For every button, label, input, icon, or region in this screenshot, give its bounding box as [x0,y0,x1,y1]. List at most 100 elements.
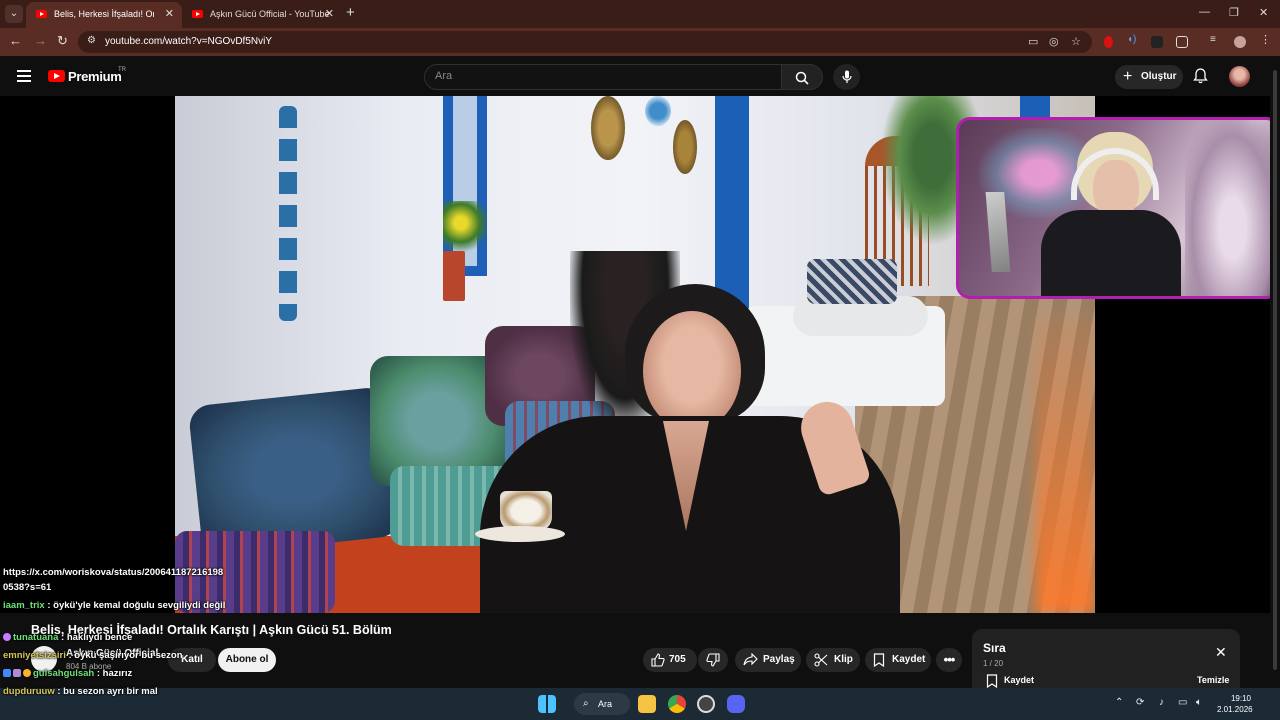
search-button[interactable] [781,64,823,90]
queue-save-button[interactable]: Kaydet [1004,675,1034,685]
clip-button[interactable]: Klip [806,648,860,672]
windows-taskbar: dupduruuw : bu sezon ayrı bir mal ⌕ Ara … [0,686,1280,720]
scene-wall-plate [591,96,625,160]
chat-message: tunatuana : haklıydı bence [3,632,132,643]
subscribe-button[interactable]: Abone ol [218,648,276,672]
bookmark-icon[interactable] [986,674,998,688]
tab-video[interactable]: Belis, Herkesi İfşaladı! Ortalık Karıştı… [26,2,182,28]
site-info-icon[interactable]: ⚙ [87,35,96,46]
tray-sync-icon[interactable]: ⟳ [1136,697,1144,708]
windows-start-icon[interactable] [538,695,556,713]
forward-button[interactable]: → [34,33,47,48]
tray-chevron-icon[interactable]: ⌃ [1115,697,1123,708]
queue-close-icon[interactable]: ✕ [1215,644,1227,661]
taskbar-clock[interactable]: 19:10 2.01.2026 [1217,693,1253,715]
file-explorer-icon[interactable] [638,695,656,713]
bookmark-star-icon[interactable]: ☆ [1071,35,1081,48]
scissors-icon [814,653,828,667]
reload-button[interactable]: ↻ [57,33,68,49]
discord-icon[interactable] [727,695,745,713]
like-button[interactable]: 705 [643,648,697,672]
chat-username[interactable]: dupduruuw [3,686,55,697]
share-label: Paylaş [763,654,795,665]
extensions-puzzle-icon[interactable] [1176,36,1188,48]
scrollbar-thumb[interactable] [1273,70,1277,670]
share-button[interactable]: Paylaş [735,648,801,672]
page-scrollbar[interactable] [1270,56,1280,688]
minimize-button[interactable]: — [1199,6,1210,18]
chat-username[interactable]: emniyetsizsiri [3,650,66,661]
search-input[interactable] [435,70,765,82]
join-label: Katıl [181,654,203,665]
more-horizontal-icon: ••• [943,652,956,667]
queue-count: 1 / 20 [983,659,1004,668]
video-player[interactable]: https://x.com/woriskova/status/200641187… [0,96,1270,613]
more-actions-button[interactable]: ••• [936,648,962,672]
youtube-brand[interactable]: Premium [68,69,122,84]
address-bar[interactable]: ⚙ youtube.com/watch?v=NGOvDf5NviY ▭ ◎ ☆ [78,31,1092,53]
app-icon[interactable] [697,695,715,713]
tray-volume-icon[interactable]: 🔈︎ [1196,697,1202,708]
dislike-button[interactable] [698,648,728,672]
scene-saucer [475,526,565,542]
scene-coffee-cup [500,491,552,531]
chat-message: emniyetsizsiri : öykü şaşırıyor bu sezon [3,650,183,661]
eye-off-icon[interactable]: ◎ [1049,35,1059,48]
chat-username[interactable]: tunatuana [13,632,58,643]
chrome-icon[interactable] [668,695,686,713]
notifications-bell-icon[interactable] [1193,68,1208,84]
back-button[interactable]: ← [9,33,22,48]
save-label: Kaydet [892,654,926,665]
save-button[interactable]: Kaydet [865,648,931,672]
scene-woman-face [643,311,741,431]
scene-flower-pot [443,251,465,301]
profile-avatar-icon[interactable] [1234,36,1246,48]
thumbs-up-icon [651,653,665,667]
chat-message: iaam_trix : öykü'yle kemal doğulu sevgil… [3,600,225,611]
restore-button[interactable]: ❐ [1229,6,1239,19]
menu-icon[interactable] [17,70,31,82]
chat-badge-icon [3,669,11,677]
browser-toolbar: ← → ↻ ⚙ youtube.com/watch?v=NGOvDf5NviY … [0,28,1280,56]
chat-username[interactable]: iaam_trix [3,600,45,611]
scene-bench-cushion [807,259,897,304]
share-icon [743,653,758,666]
microphone-icon [841,70,852,83]
install-app-icon[interactable]: ▭ [1028,35,1038,48]
new-tab-button[interactable]: + [346,4,355,21]
extension-box-icon[interactable] [1151,36,1163,48]
extension-red-icon[interactable] [1104,36,1113,48]
close-window-button[interactable]: ✕ [1259,6,1268,19]
search-icon [795,71,809,85]
tray-mic-icon[interactable]: ♪ [1159,697,1164,708]
tab-close-icon[interactable]: ✕ [325,2,334,26]
chrome-menu-icon[interactable]: ⋮ [1260,33,1272,46]
chat-username[interactable]: gulsahgulsah [33,668,94,679]
queue-clear-button[interactable]: Temizle [1197,675,1229,685]
tab-channel-title: Aşkın Gücü Official - YouTube [210,9,330,19]
chat-text: : öykü'yle kemal doğulu sevgiliydi değil [44,600,226,611]
account-avatar[interactable] [1229,66,1250,87]
youtube-logo-icon[interactable] [48,70,65,82]
tab-search-button[interactable]: ⌄ [5,5,23,23]
taskbar-search[interactable]: ⌕ Ara [574,693,630,715]
search-box[interactable] [424,64,782,90]
create-button[interactable]: + Oluştur [1115,65,1183,89]
extension-audio-icon[interactable]: ◖) [1127,34,1139,46]
tab-channel[interactable]: Aşkın Gücü Official - YouTube ✕ [182,2,342,28]
chat-badge-icon [13,669,21,677]
tab-close-icon[interactable]: ✕ [165,2,174,26]
chat-text: : haklıydı bence [58,632,133,643]
chat-badge-icon [23,669,31,677]
tray-display-icon[interactable]: ▭ [1178,697,1187,708]
voice-search-button[interactable] [833,64,860,90]
search-icon: ⌕ [583,698,589,709]
address-url: youtube.com/watch?v=NGOvDf5NviY [105,36,273,47]
scene-wall-plate [645,96,671,126]
reading-list-icon[interactable]: ≡ [1210,34,1222,46]
chat-message: https://x.com/woriskova/status/200641187… [3,567,223,578]
chat-text: 0538?s=61 [3,582,52,593]
queue-title: Sıra [983,641,1006,655]
youtube-favicon-icon [36,10,47,18]
bookmark-icon [873,653,885,667]
